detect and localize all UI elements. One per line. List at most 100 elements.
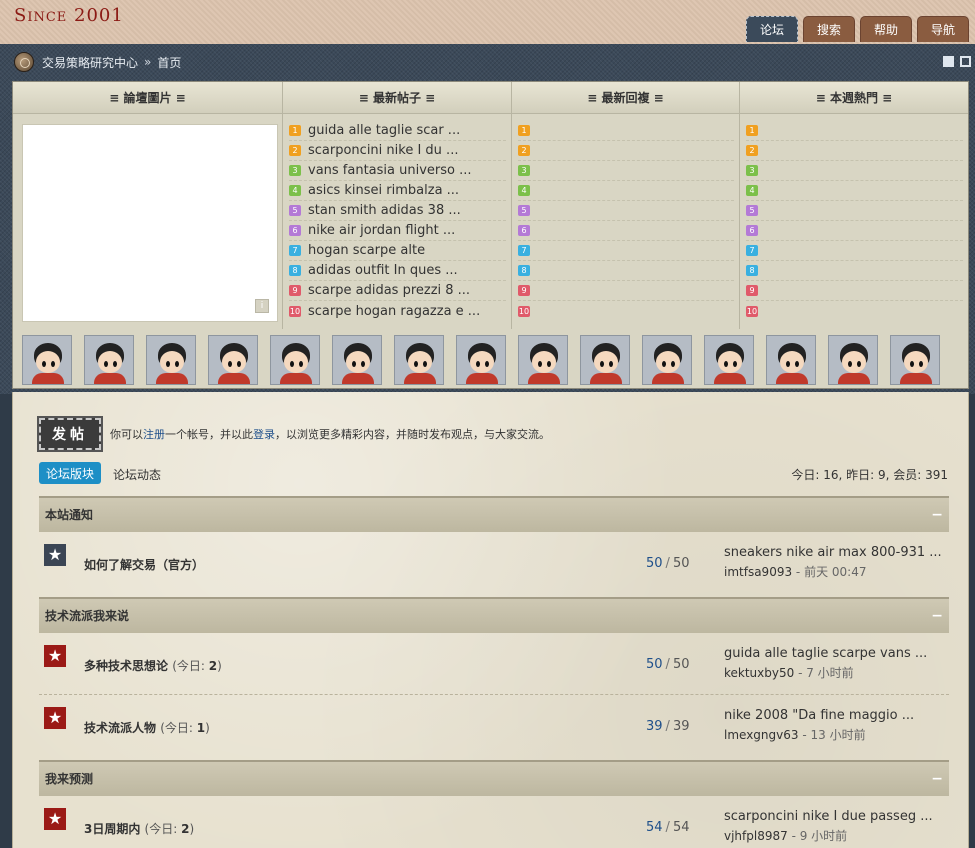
list-item[interactable]: 9 scarpe adidas prezzi 8 ... bbox=[289, 281, 506, 301]
topic-link[interactable]: nike air jordan flight ... bbox=[308, 223, 455, 238]
list-item[interactable]: 1 bbox=[518, 121, 734, 141]
nav-forum[interactable]: 论坛 bbox=[746, 16, 798, 42]
list-item[interactable]: 7 bbox=[746, 241, 963, 261]
rank-badge-icon: 7 bbox=[289, 245, 301, 256]
topic-link[interactable]: adidas outfit In ques ... bbox=[308, 263, 458, 278]
grid-view-icon[interactable] bbox=[943, 56, 954, 67]
avatar[interactable] bbox=[704, 335, 754, 385]
avatar[interactable] bbox=[766, 335, 816, 385]
collapse-icon[interactable]: − bbox=[931, 599, 943, 633]
topic-link[interactable]: vans fantasia universo ... bbox=[308, 163, 472, 178]
list-item[interactable]: 7 hogan scarpe alte bbox=[289, 241, 506, 261]
last-post-title[interactable]: scarponcini nike I due passeg ... bbox=[724, 809, 944, 824]
list-item[interactable]: 2 bbox=[518, 141, 734, 161]
post-count: 50 bbox=[672, 657, 690, 672]
list-item[interactable]: 5 stan smith adidas 38 ... bbox=[289, 201, 506, 221]
forum-name-link[interactable]: 技术流派人物 (今日: 1) bbox=[84, 719, 210, 736]
list-item[interactable]: 8 bbox=[746, 261, 963, 281]
topic-link[interactable]: scarpe adidas prezzi 8 ... bbox=[308, 283, 470, 298]
last-post-title[interactable]: guida alle taglie scarpe vans ... bbox=[724, 646, 944, 661]
collapse-icon[interactable]: − bbox=[931, 498, 943, 532]
forum-name[interactable]: 技术流派人物 bbox=[84, 721, 156, 735]
weekly-hot-header: ≡ 本週熱門 ≡ bbox=[740, 82, 968, 114]
list-item[interactable]: 1 bbox=[746, 121, 963, 141]
list-item[interactable]: 3 bbox=[518, 161, 734, 181]
nav-help[interactable]: 帮助 bbox=[860, 16, 912, 42]
last-post-user[interactable]: lmexgngv63 bbox=[724, 728, 799, 742]
list-item[interactable]: 8 adidas outfit In ques ... bbox=[289, 261, 506, 281]
last-post-user[interactable]: vjhfpl8987 bbox=[724, 829, 788, 843]
list-item[interactable]: 4 bbox=[746, 181, 963, 201]
list-view-icon[interactable] bbox=[960, 56, 971, 67]
list-item[interactable]: 10 scarpe hogan ragazza e ... bbox=[289, 301, 506, 321]
last-post-user[interactable]: imtfsa9093 bbox=[724, 565, 792, 579]
topic-link[interactable]: scarpe hogan ragazza e ... bbox=[308, 304, 480, 319]
rank-badge-icon: 8 bbox=[289, 265, 301, 276]
avatar[interactable] bbox=[456, 335, 506, 385]
avatar[interactable] bbox=[22, 335, 72, 385]
list-item[interactable]: 10 bbox=[746, 301, 963, 321]
list-item[interactable]: 5 bbox=[746, 201, 963, 221]
last-post-user[interactable]: kektuxby50 bbox=[724, 666, 794, 680]
list-item[interactable]: 6 bbox=[746, 221, 963, 241]
list-item[interactable]: 4 bbox=[518, 181, 734, 201]
last-post: nike 2008 "Da fine maggio ... lmexgngv63… bbox=[724, 708, 944, 743]
topic-link[interactable]: asics kinsei rimbalza ... bbox=[308, 183, 459, 198]
list-item[interactable]: 3 bbox=[746, 161, 963, 181]
tab-forum-activity[interactable]: 论坛动态 bbox=[113, 466, 161, 483]
avatar[interactable] bbox=[890, 335, 940, 385]
list-item[interactable]: 3 vans fantasia universo ... bbox=[289, 161, 506, 181]
today-count: 2 bbox=[208, 659, 218, 673]
nav-navigation[interactable]: 导航 bbox=[917, 16, 969, 42]
avatar[interactable] bbox=[270, 335, 320, 385]
tab-forum-sections[interactable]: 论坛版块 bbox=[39, 462, 101, 484]
site-emblem-icon[interactable] bbox=[14, 52, 34, 72]
list-item[interactable]: 10 bbox=[518, 301, 734, 321]
list-item[interactable]: 2 scarponcini nike I du ... bbox=[289, 141, 506, 161]
avatar[interactable] bbox=[84, 335, 134, 385]
collapse-icon[interactable]: − bbox=[931, 762, 943, 796]
forum-name[interactable]: 多种技术思想论 bbox=[84, 659, 168, 673]
forum-name-link[interactable]: 如何了解交易（官方） bbox=[84, 556, 204, 573]
rank-badge-icon: 7 bbox=[746, 245, 758, 256]
register-link[interactable]: 注册 bbox=[143, 428, 165, 441]
avatar[interactable] bbox=[518, 335, 568, 385]
avatar[interactable] bbox=[208, 335, 258, 385]
last-post-time: 7 小时前 bbox=[806, 666, 854, 680]
topic-link[interactable]: guida alle taglie scar ... bbox=[308, 123, 460, 138]
avatar[interactable] bbox=[642, 335, 692, 385]
list-item[interactable]: 9 bbox=[746, 281, 963, 301]
list-item[interactable]: 4 asics kinsei rimbalza ... bbox=[289, 181, 506, 201]
site-logo[interactable]: Since 2001 bbox=[14, 5, 124, 26]
avatar[interactable] bbox=[394, 335, 444, 385]
avatar[interactable] bbox=[828, 335, 878, 385]
list-item[interactable]: 6 nike air jordan flight ... bbox=[289, 221, 506, 241]
topic-link[interactable]: hogan scarpe alte bbox=[308, 243, 425, 258]
slide-dot-icon[interactable]: i bbox=[255, 299, 269, 313]
forum-name-link[interactable]: 3日周期内 (今日: 2) bbox=[84, 820, 194, 837]
breadcrumb-site[interactable]: 交易策略研究中心 bbox=[42, 54, 138, 71]
topic-link[interactable]: scarponcini nike I du ... bbox=[308, 143, 458, 158]
list-item[interactable]: 6 bbox=[518, 221, 734, 241]
avatar[interactable] bbox=[332, 335, 382, 385]
list-item[interactable]: 2 bbox=[746, 141, 963, 161]
topic-link[interactable]: stan smith adidas 38 ... bbox=[308, 203, 461, 218]
forum-counts: 50/50 bbox=[646, 556, 690, 571]
login-link[interactable]: 登录 bbox=[253, 428, 275, 441]
picture-slideshow[interactable]: i bbox=[22, 124, 278, 322]
forum-name-link[interactable]: 多种技术思想论 (今日: 2) bbox=[84, 657, 222, 674]
nav-search[interactable]: 搜索 bbox=[803, 16, 855, 42]
list-item[interactable]: 9 bbox=[518, 281, 734, 301]
list-item[interactable]: 5 bbox=[518, 201, 734, 221]
list-item[interactable]: 1 guida alle taglie scar ... bbox=[289, 121, 506, 141]
forum-name[interactable]: 3日周期内 bbox=[84, 822, 140, 836]
avatar[interactable] bbox=[580, 335, 630, 385]
last-post-title[interactable]: nike 2008 "Da fine maggio ... bbox=[724, 708, 944, 723]
newest-replies-header: ≡ 最新回複 ≡ bbox=[512, 82, 739, 114]
last-post-title[interactable]: sneakers nike air max 800-931 ... bbox=[724, 545, 944, 560]
forum-name[interactable]: 如何了解交易（官方） bbox=[84, 558, 204, 572]
list-item[interactable]: 7 bbox=[518, 241, 734, 261]
list-item[interactable]: 8 bbox=[518, 261, 734, 281]
new-post-button[interactable]: 发帖 bbox=[39, 418, 101, 450]
avatar[interactable] bbox=[146, 335, 196, 385]
